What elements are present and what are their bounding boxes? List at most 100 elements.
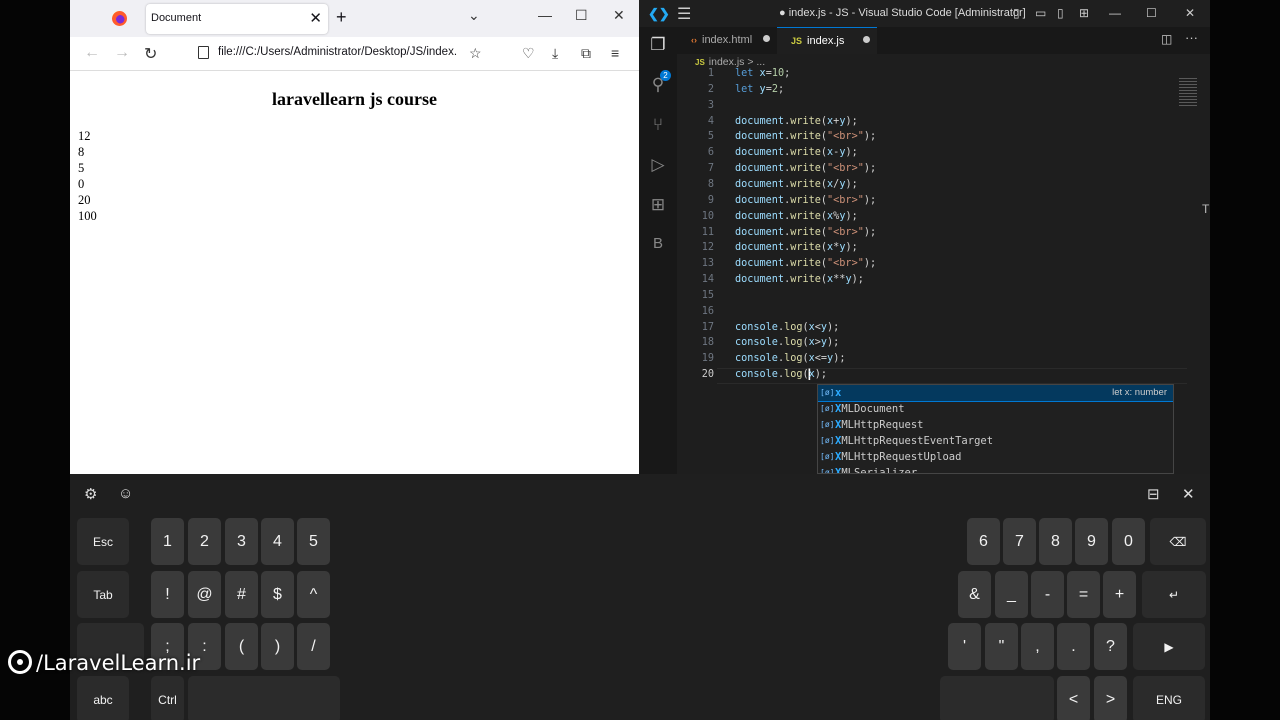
- row1-key[interactable]: 7: [1003, 518, 1036, 565]
- row1-key[interactable]: 6: [967, 518, 1000, 565]
- forward-button[interactable]: →: [114, 44, 130, 62]
- bookmark-star-icon[interactable]: ☆: [469, 45, 482, 62]
- run-debug-icon[interactable]: ▷: [639, 155, 677, 175]
- row1-key[interactable]: 9: [1075, 518, 1108, 565]
- row2-key[interactable]: #: [225, 571, 258, 618]
- browser-tab[interactable]: Document ✕: [146, 4, 328, 34]
- suggestion-item[interactable]: [ø] XMLHttpRequestEventTarget: [818, 433, 1173, 449]
- row3-key[interactable]: ": [985, 623, 1018, 670]
- toggle-panel-icon[interactable]: ▭: [1035, 6, 1046, 20]
- reload-button[interactable]: ↻: [144, 44, 157, 64]
- close-keyboard-icon[interactable]: ✕: [1182, 485, 1195, 503]
- maximize-button[interactable]: ☐: [575, 7, 588, 24]
- pocket-icon[interactable]: ♡: [522, 45, 535, 62]
- new-tab-button[interactable]: +: [336, 7, 347, 28]
- close-window-button[interactable]: ✕: [1185, 6, 1195, 20]
- code-line: 19 console.log(x<=y);: [677, 351, 1177, 367]
- row3-key[interactable]: .: [1057, 623, 1090, 670]
- row2-key[interactable]: =: [1067, 571, 1100, 618]
- downloads-icon[interactable]: ⤓: [552, 45, 558, 62]
- row1-key[interactable]: ⌫: [1150, 518, 1206, 565]
- tab-index-js[interactable]: JS index.js: [777, 27, 877, 54]
- row2-key[interactable]: $: [261, 571, 294, 618]
- row1-key[interactable]: 8: [1039, 518, 1072, 565]
- row1-key[interactable]: 5: [297, 518, 330, 565]
- row2-key[interactable]: ^: [297, 571, 330, 618]
- row4-key[interactable]: ENG: [1133, 676, 1205, 720]
- row1-key[interactable]: 3: [225, 518, 258, 565]
- row3-key[interactable]: ': [948, 623, 981, 670]
- row3-key[interactable]: ): [261, 623, 294, 670]
- emoji-panel-icon[interactable]: ☺: [118, 485, 133, 502]
- code-text: let x=10;: [735, 68, 791, 79]
- row4-key[interactable]: >: [1094, 676, 1127, 720]
- row3-key[interactable]: /: [297, 623, 330, 670]
- row1-key[interactable]: 1: [151, 518, 184, 565]
- suggestion-item[interactable]: [ø] x let x: number: [818, 385, 1173, 402]
- code-text: document.write("<br>");: [735, 226, 877, 238]
- suggest-widget[interactable]: [ø] x let x: number [ø] XMLDocument [ø] XMLHtt…: [817, 384, 1174, 474]
- extensions-icon[interactable]: ⧉: [581, 45, 591, 62]
- minimap[interactable]: [1179, 78, 1197, 108]
- dock-keyboard-icon[interactable]: ⊟: [1147, 485, 1160, 503]
- line-number: 2: [707, 83, 714, 95]
- line-number: 16: [701, 305, 714, 317]
- row4-key[interactable]: [940, 676, 1054, 720]
- toggle-sidebar-icon[interactable]: ▯: [1013, 6, 1020, 20]
- row3-key[interactable]: ▶: [1133, 623, 1205, 670]
- code-editor[interactable]: I 1 let x=10; 2 let y=2; 3 4 document.write(x+…: [677, 68, 1210, 474]
- close-tab-icon[interactable]: ✕: [309, 9, 322, 27]
- row1-key[interactable]: 2: [188, 518, 221, 565]
- minimize-button[interactable]: —: [538, 7, 552, 23]
- suggestion-label: x: [835, 387, 842, 399]
- row2-key[interactable]: &: [958, 571, 991, 618]
- row3-key[interactable]: ?: [1094, 623, 1127, 670]
- app-menu-icon[interactable]: ≡: [611, 45, 619, 61]
- unsaved-dot-icon[interactable]: [763, 35, 770, 42]
- search-icon[interactable]: ⚲: [639, 75, 677, 95]
- suggestion-item[interactable]: [ø] XMLSerializer: [818, 465, 1173, 473]
- extensions-icon[interactable]: ⊞: [639, 195, 677, 215]
- row2-key[interactable]: _: [995, 571, 1028, 618]
- suggestion-item[interactable]: [ø] XMLDocument: [818, 401, 1173, 417]
- back-button[interactable]: ←: [84, 44, 100, 62]
- maximize-button[interactable]: ☐: [1146, 6, 1157, 20]
- customize-layout-icon[interactable]: ⊞: [1079, 6, 1089, 20]
- row2-key[interactable]: !: [151, 571, 184, 618]
- tab-index-html[interactable]: ‹› index.html: [677, 27, 777, 54]
- row3-key[interactable]: ,: [1021, 623, 1054, 670]
- url-bar[interactable]: file:///C:/Users/Administrator/Desktop/J…: [218, 46, 464, 58]
- suggestion-item[interactable]: [ø] XMLHttpRequest: [818, 417, 1173, 433]
- minimize-button[interactable]: —: [1109, 6, 1121, 20]
- source-control-icon[interactable]: ⑂: [639, 115, 677, 135]
- tab-label: index.html: [702, 34, 753, 46]
- row3-key[interactable]: (: [225, 623, 258, 670]
- row2-key[interactable]: Tab: [77, 571, 129, 618]
- suggestion-item[interactable]: [ø] XMLHttpRequestUpload: [818, 449, 1173, 465]
- code-line: 11 document.write("<br>");: [677, 225, 1177, 241]
- row4-key[interactable]: [188, 676, 340, 720]
- row1-key[interactable]: Esc: [77, 518, 129, 565]
- row4-key[interactable]: <: [1057, 676, 1090, 720]
- more-actions-icon[interactable]: ···: [1185, 30, 1198, 45]
- output-lines: 12 8 5 0 20 100: [78, 128, 97, 224]
- explorer-icon[interactable]: ❐: [639, 35, 677, 55]
- row1-key[interactable]: 4: [261, 518, 294, 565]
- unsaved-dot-icon[interactable]: [863, 36, 870, 43]
- split-editor-icon[interactable]: ◫: [1161, 32, 1172, 46]
- scrollbar-marker[interactable]: T: [1202, 202, 1209, 216]
- row2-key[interactable]: +: [1103, 571, 1136, 618]
- row2-key[interactable]: -: [1031, 571, 1064, 618]
- close-window-button[interactable]: ✕: [613, 7, 625, 24]
- row4-key[interactable]: abc: [77, 676, 129, 720]
- row2-key[interactable]: @: [188, 571, 221, 618]
- variable-icon: [ø]: [820, 452, 835, 461]
- row2-key[interactable]: ↵: [1142, 571, 1206, 618]
- hamburger-menu-icon[interactable]: ☰: [677, 4, 691, 24]
- toggle-secondary-sidebar-icon[interactable]: ▯: [1057, 6, 1064, 20]
- list-tabs-icon[interactable]: ⌄: [468, 7, 480, 24]
- row4-key[interactable]: Ctrl: [151, 676, 184, 720]
- keyboard-settings-icon[interactable]: ⚙: [84, 485, 97, 503]
- activity-b-icon[interactable]: B: [639, 235, 677, 252]
- row1-key[interactable]: 0: [1112, 518, 1145, 565]
